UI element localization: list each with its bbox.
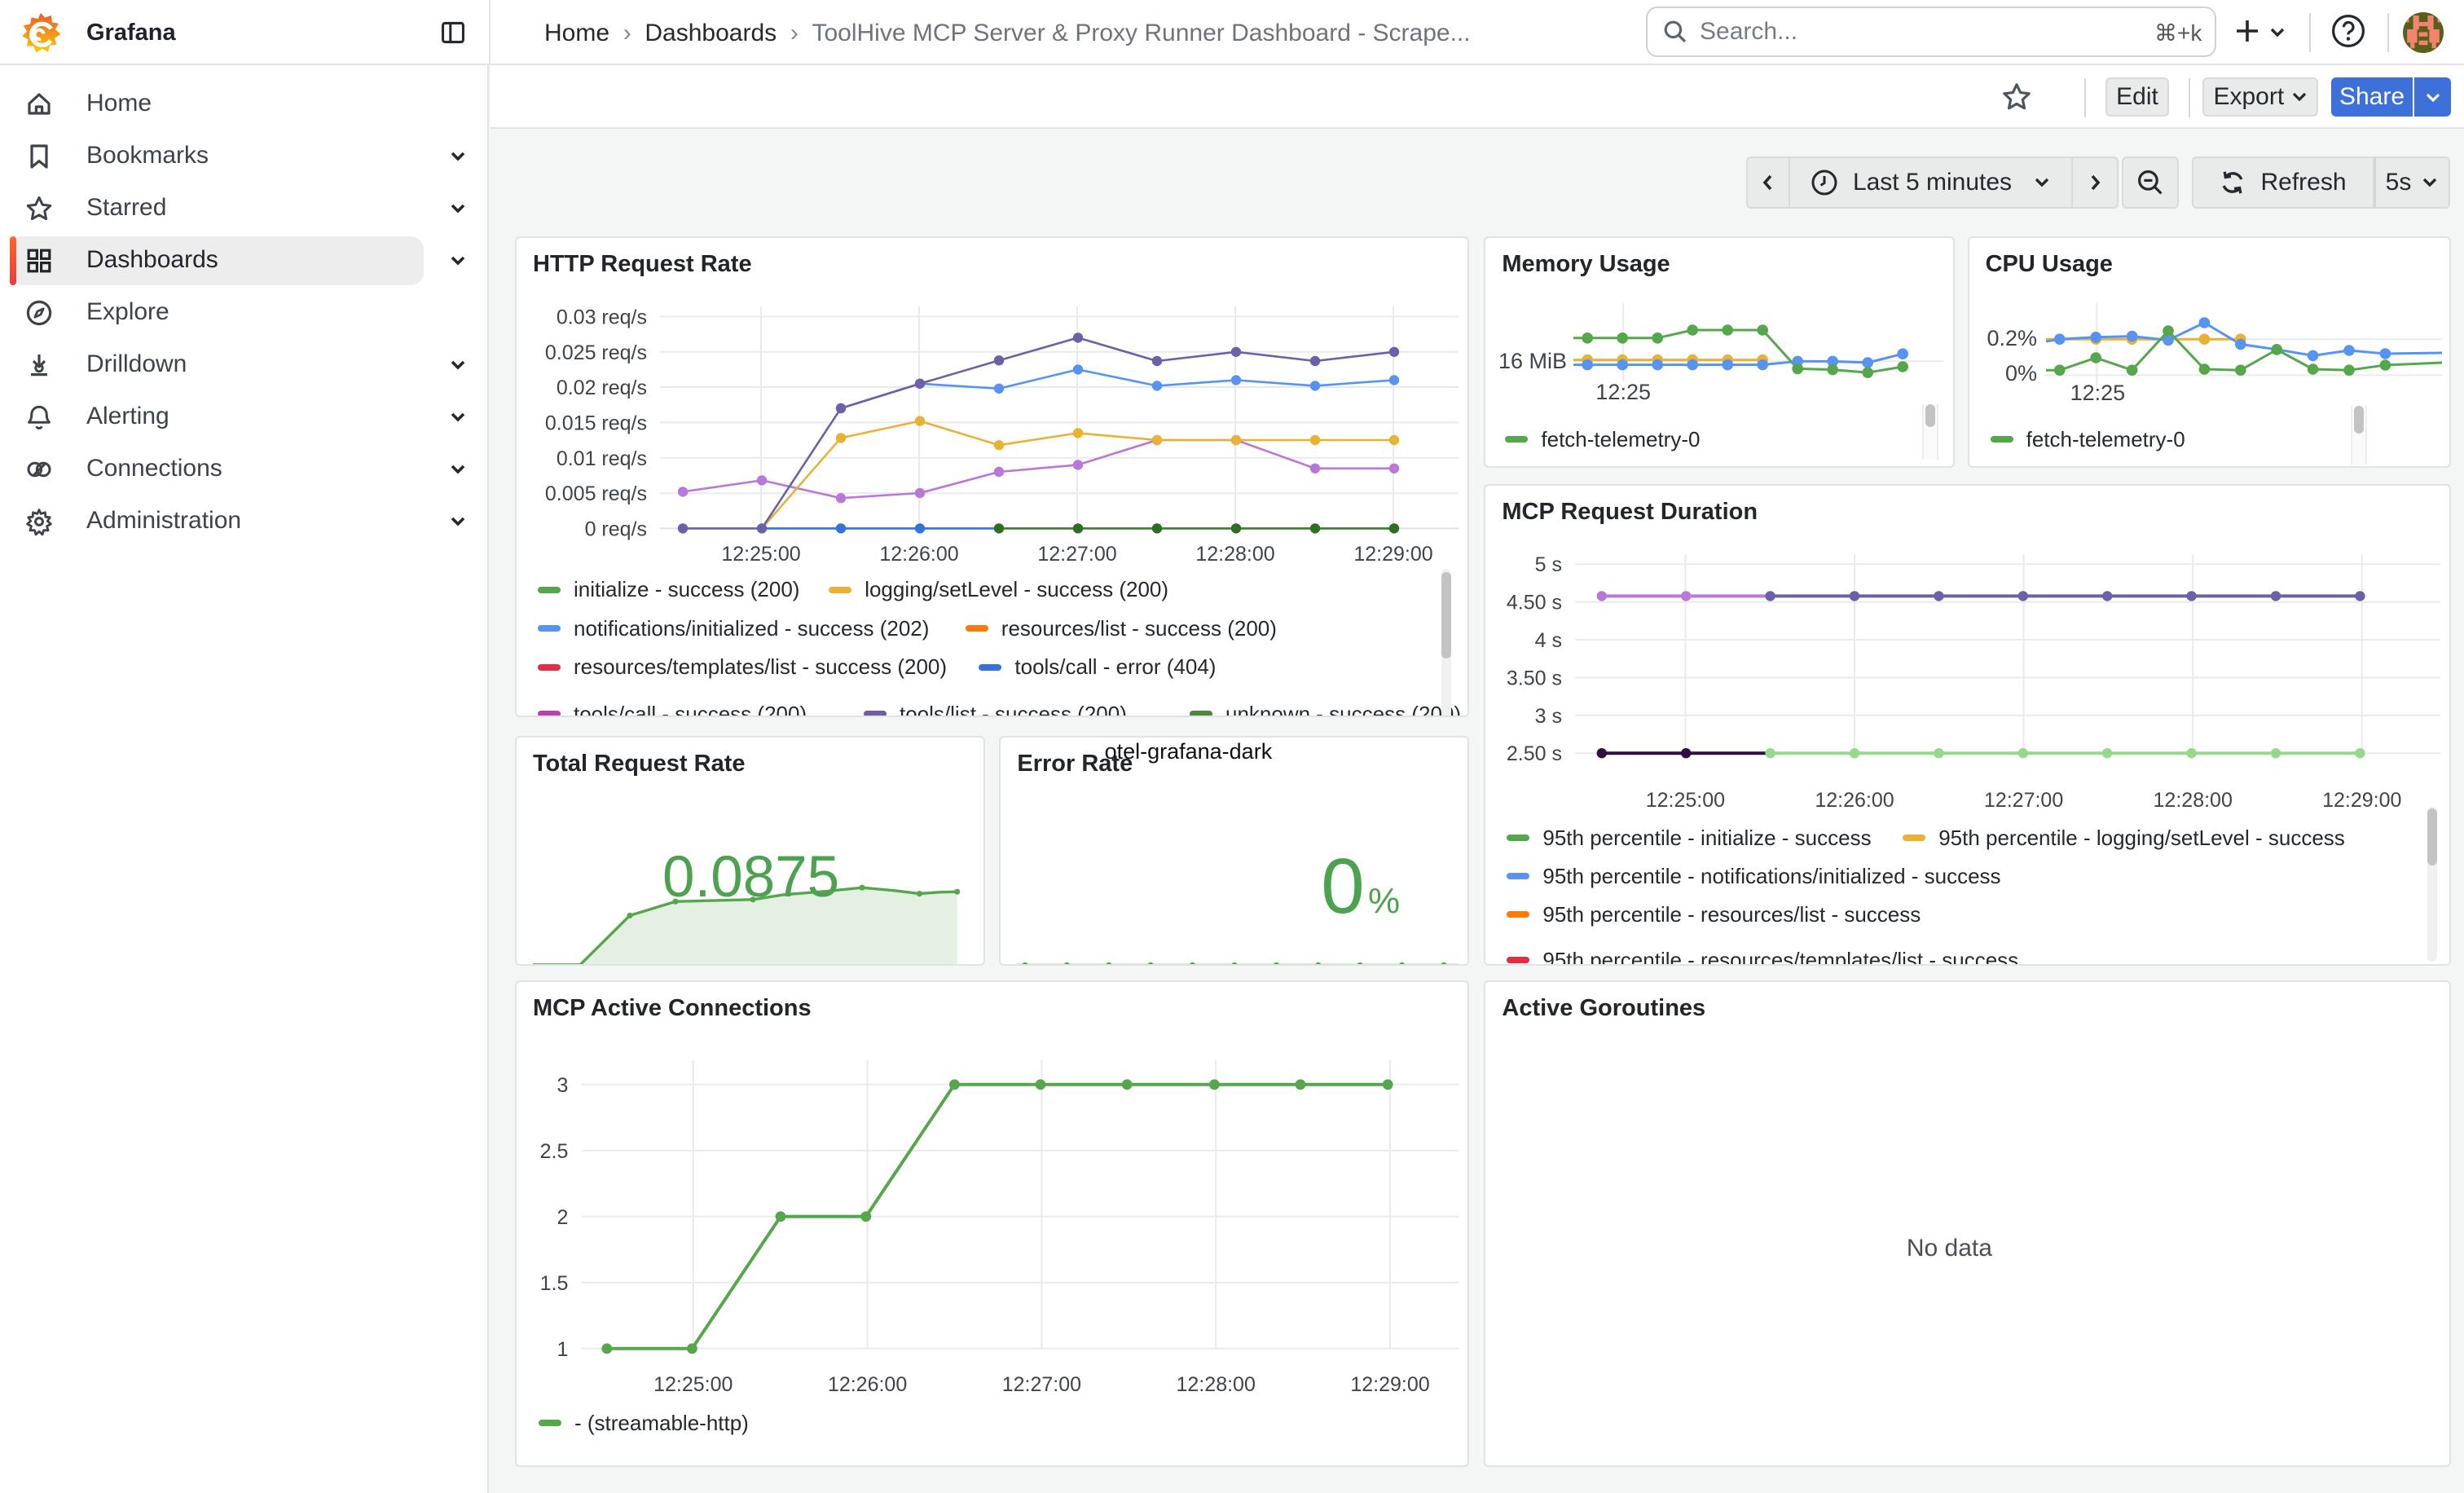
svg-text:1: 1 [557,1338,568,1361]
svg-text:12:29:00: 12:29:00 [1353,543,1432,566]
svg-text:2: 2 [557,1206,568,1229]
svg-text:0.015 req/s: 0.015 req/s [545,412,647,434]
svg-text:12:28:00: 12:28:00 [1177,1373,1256,1396]
svg-text:3: 3 [557,1074,568,1097]
svg-text:%: % [1368,881,1400,921]
svg-text:5 s: 5 s [1535,553,1562,576]
svg-text:12:25:00: 12:25:00 [721,543,800,566]
svg-text:12:26:00: 12:26:00 [879,543,958,566]
svg-text:0%: 0% [2005,361,2037,385]
svg-text:0.0875: 0.0875 [662,845,839,909]
svg-text:1.5: 1.5 [540,1272,569,1295]
svg-text:12:26:00: 12:26:00 [1815,789,1894,812]
svg-text:4.50 s: 4.50 s [1507,591,1562,614]
svg-text:3 s: 3 s [1535,705,1562,728]
svg-text:0.03 req/s: 0.03 req/s [557,306,647,328]
svg-text:0 req/s: 0 req/s [585,517,647,540]
svg-text:12:25: 12:25 [2070,381,2125,405]
svg-text:12:28:00: 12:28:00 [1195,543,1274,566]
svg-text:4 s: 4 s [1535,629,1562,652]
svg-text:0.025 req/s: 0.025 req/s [545,341,647,364]
svg-text:12:29:00: 12:29:00 [2323,789,2402,812]
svg-text:12:29:00: 12:29:00 [1350,1373,1429,1396]
svg-text:12:28:00: 12:28:00 [2154,789,2233,812]
svg-text:12:25: 12:25 [1596,380,1652,404]
svg-text:0.02 req/s: 0.02 req/s [557,377,647,399]
svg-text:2.5: 2.5 [540,1140,569,1163]
svg-text:12:25:00: 12:25:00 [1646,789,1725,812]
svg-text:2.50 s: 2.50 s [1507,742,1562,765]
svg-text:12:27:00: 12:27:00 [1984,789,2063,812]
svg-text:12:26:00: 12:26:00 [828,1373,907,1396]
svg-text:0: 0 [1322,843,1365,930]
svg-text:3.50 s: 3.50 s [1507,667,1562,689]
svg-text:0.2%: 0.2% [1987,326,2037,350]
svg-text:16 MiB: 16 MiB [1498,349,1567,373]
svg-text:12:27:00: 12:27:00 [1002,1373,1081,1396]
svg-text:0.01 req/s: 0.01 req/s [557,447,647,470]
svg-text:12:27:00: 12:27:00 [1037,543,1116,566]
svg-text:0.005 req/s: 0.005 req/s [545,482,647,505]
svg-text:12:25:00: 12:25:00 [653,1373,733,1396]
